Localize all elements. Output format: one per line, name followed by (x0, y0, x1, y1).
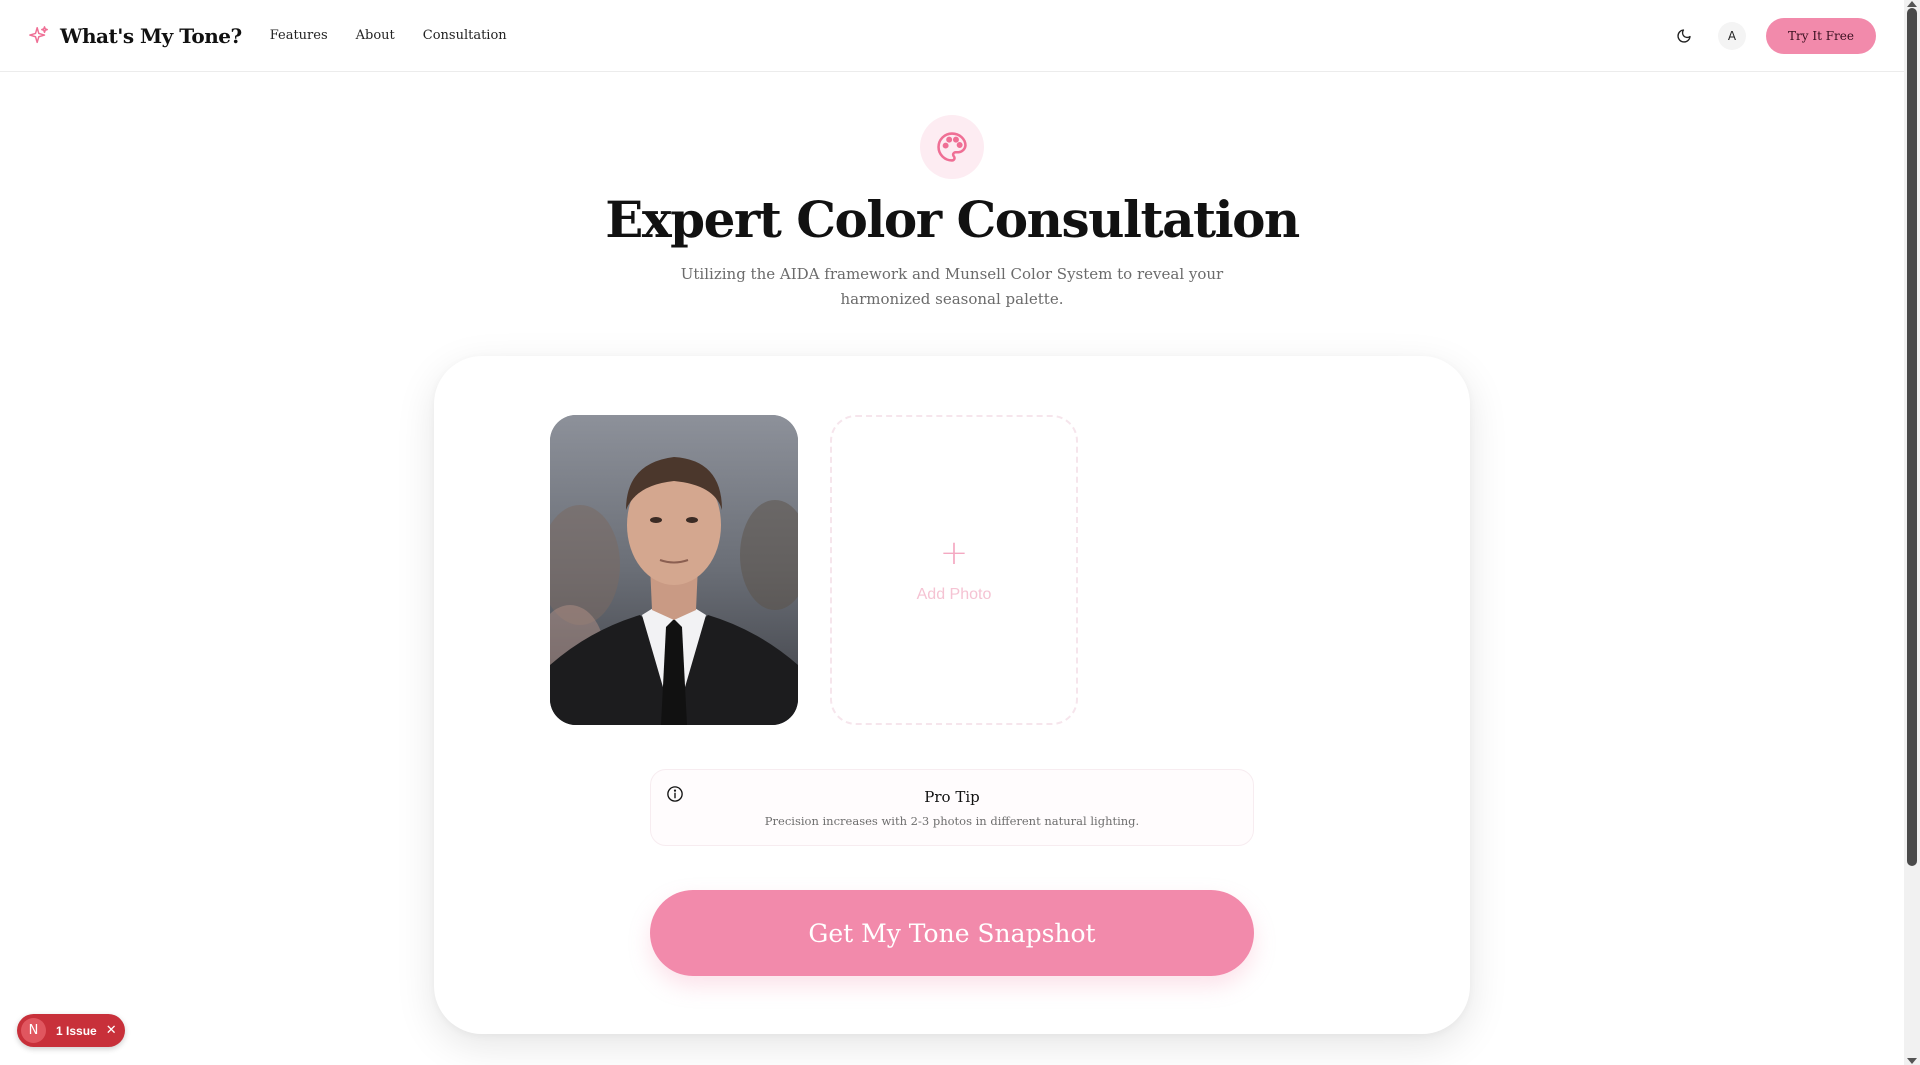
palette-icon (937, 132, 967, 162)
add-photo-label: Add Photo (916, 586, 992, 603)
scroll-up-arrow-icon[interactable] (1907, 1, 1917, 7)
close-icon[interactable]: ✕ (106, 1023, 117, 1038)
try-it-free-button[interactable]: Try It Free (1766, 17, 1876, 54)
add-photo-dropzone[interactable]: + Add Photo (830, 415, 1078, 725)
hero-icon-badge (920, 115, 984, 179)
pro-tip-box: Pro Tip Precision increases with 2-3 pho… (650, 769, 1254, 846)
page-scrollbar[interactable] (1904, 0, 1920, 1065)
nav-link-consultation[interactable]: Consultation (423, 28, 507, 43)
scroll-down-arrow-icon[interactable] (1907, 1058, 1917, 1064)
brand-name: What's My Tone? (60, 23, 242, 48)
pro-tip-title: Pro Tip (924, 788, 980, 806)
plus-icon: + (939, 533, 969, 573)
moon-icon (1677, 28, 1691, 43)
nav-actions: A Try It Free (1670, 17, 1876, 54)
consultation-card: + Add Photo Pro Tip Precision increases … (434, 356, 1470, 1034)
brand[interactable]: What's My Tone? (28, 24, 242, 48)
page-title: Expert Color Consultation (605, 190, 1300, 249)
scrollbar-thumb[interactable] (1907, 8, 1917, 866)
avatar[interactable]: A (1718, 21, 1747, 50)
portrait-image (550, 415, 798, 725)
page-subtitle: Utilizing the AIDA framework and Munsell… (680, 265, 1224, 308)
get-tone-snapshot-button[interactable]: Get My Tone Snapshot (650, 890, 1254, 976)
issue-badge[interactable]: N 1 Issue ✕ (17, 1014, 125, 1047)
nav-link-features[interactable]: Features (270, 28, 328, 43)
uploaded-photo-thumbnail[interactable] (550, 415, 798, 725)
issue-count-label: 1 Issue (56, 1023, 97, 1038)
pro-tip-text: Precision increases with 2-3 photos in d… (764, 814, 1140, 828)
top-navbar: What's My Tone? Features About Consultat… (0, 0, 1904, 72)
sparkle-icon (28, 25, 50, 47)
theme-toggle-button[interactable] (1670, 22, 1698, 50)
issue-logo-icon: N (21, 1018, 46, 1043)
nav-link-about[interactable]: About (356, 28, 395, 43)
nav-links: Features About Consultation (270, 28, 507, 43)
